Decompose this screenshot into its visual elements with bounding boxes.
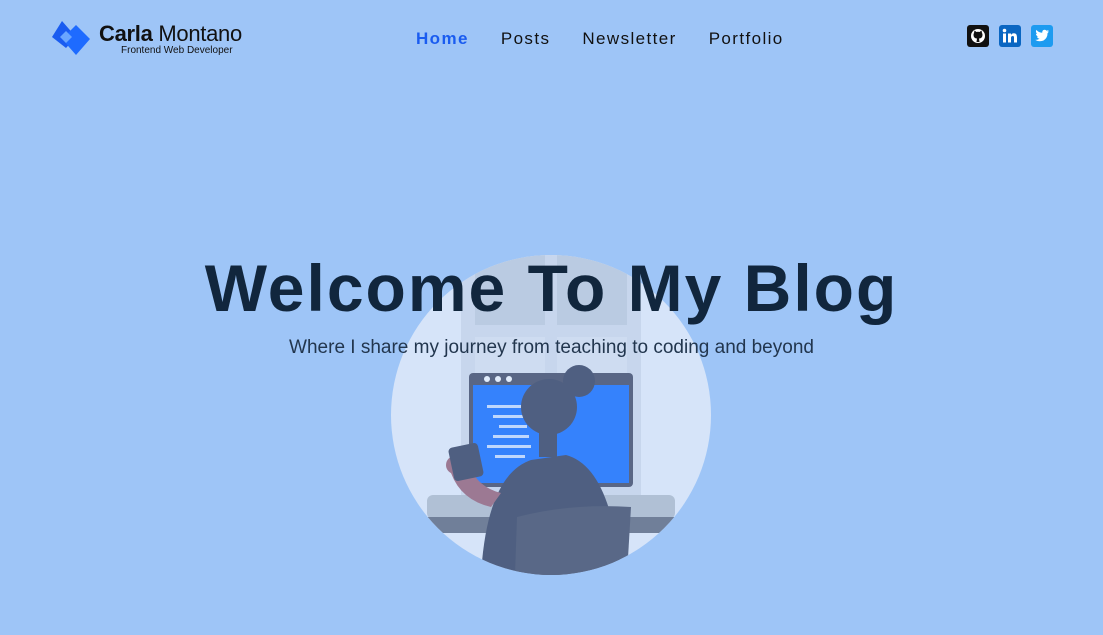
brand-text: Carla Montano Frontend Web Developer [99,20,242,56]
diamond-logo-icon [46,19,94,59]
brand-logo-link[interactable]: Carla Montano Frontend Web Developer [46,18,242,60]
main-nav: Home Posts Newsletter Portfolio [416,29,816,49]
site-header: Carla Montano Frontend Web Developer Hom… [0,0,1103,80]
nav-item-home[interactable]: Home [416,29,469,49]
brand-tagline: Frontend Web Developer [121,44,233,56]
hero-title: Welcome To My Blog [204,251,899,325]
nav-item-posts[interactable]: Posts [501,29,551,49]
linkedin-icon[interactable] [999,25,1021,47]
brand-first-name: Carla [99,20,153,46]
hero-subtitle: Where I share my journey from teaching t… [289,337,814,358]
twitter-icon[interactable] [1031,25,1053,47]
social-links [967,25,1053,47]
brand-last-name: Montano [158,20,242,46]
brand-name: Carla Montano [99,20,242,46]
nav-item-portfolio[interactable]: Portfolio [709,29,784,49]
nav-item-newsletter[interactable]: Newsletter [582,29,676,49]
github-icon[interactable] [967,25,989,47]
